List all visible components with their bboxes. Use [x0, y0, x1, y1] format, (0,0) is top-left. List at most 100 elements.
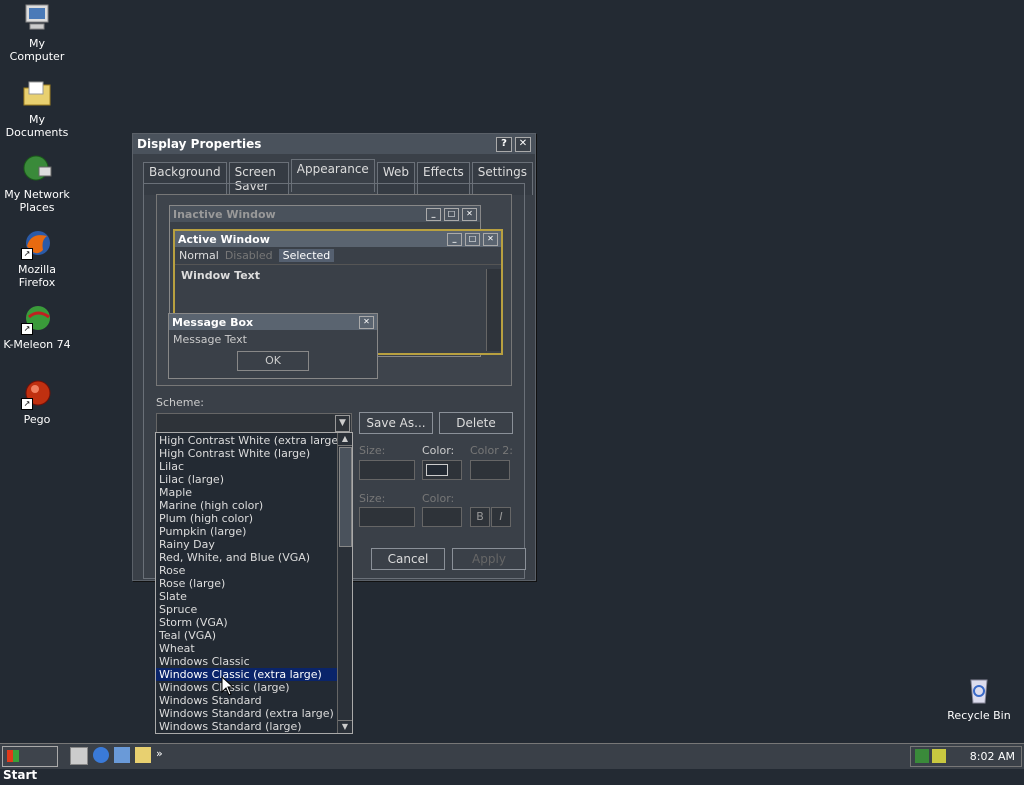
list-item[interactable]: Wheat: [156, 642, 352, 655]
close-icon: ✕: [462, 207, 477, 221]
chevron-down-icon[interactable]: ▼: [335, 415, 350, 432]
mouse-pointer-icon: [221, 675, 235, 699]
list-item[interactable]: Rainy Day: [156, 538, 352, 551]
size-field[interactable]: [359, 460, 415, 480]
list-item[interactable]: Slate: [156, 590, 352, 603]
shortcut-arrow-icon: ↗: [21, 323, 33, 335]
color2-picker[interactable]: [470, 460, 510, 480]
color-picker[interactable]: [422, 460, 462, 480]
list-item[interactable]: Marine (high color): [156, 499, 352, 512]
internet-explorer-icon[interactable]: [93, 747, 109, 763]
list-item[interactable]: Red, White, and Blue (VGA): [156, 551, 352, 564]
help-button[interactable]: ?: [496, 136, 512, 152]
list-item[interactable]: Spruce: [156, 603, 352, 616]
scroll-down-arrow-icon[interactable]: ▼: [338, 720, 352, 733]
quick-launch: »: [70, 747, 163, 765]
cancel-button[interactable]: Cancel: [371, 548, 445, 570]
list-item[interactable]: High Contrast White (large): [156, 447, 352, 460]
color2-label: Color 2:: [470, 444, 513, 457]
icon-label: My Computer: [9, 37, 65, 63]
network-globe-icon: [21, 153, 53, 185]
icon-label: K-Meleon 74: [3, 338, 71, 351]
volume-tray-icon[interactable]: [932, 749, 946, 763]
desktop-icon-my-documents[interactable]: My Documents: [0, 78, 74, 139]
list-item[interactable]: Windows Standard (large): [156, 720, 352, 733]
close-icon: ✕: [483, 232, 498, 246]
outlook-express-icon[interactable]: [114, 747, 130, 763]
list-item[interactable]: Windows Standard (extra large): [156, 707, 352, 720]
desktop-icon-my-computer[interactable]: My Computer: [0, 2, 74, 63]
icon-label: Pego: [23, 413, 51, 426]
show-desktop-icon[interactable]: [70, 747, 88, 765]
close-icon: ✕: [359, 315, 374, 329]
chevron-right-icon[interactable]: »: [156, 747, 163, 765]
scheme-options: High Contrast White (extra large) High C…: [156, 433, 352, 733]
font-size-label: Size:: [359, 492, 386, 505]
list-item[interactable]: Plum (high color): [156, 512, 352, 525]
clock[interactable]: 8:02 AM: [970, 750, 1015, 763]
list-item[interactable]: High Contrast White (extra large): [156, 434, 352, 447]
dialog-titlebar[interactable]: Display Properties ? ✕: [133, 134, 535, 154]
list-item[interactable]: Lilac (large): [156, 473, 352, 486]
scheme-select[interactable]: ▼: [156, 413, 352, 434]
font-size-field[interactable]: [359, 507, 415, 527]
appearance-preview: Inactive Window _ □ ✕ Active Window _ □ …: [156, 194, 512, 386]
list-item[interactable]: Windows Standard: [156, 694, 352, 707]
scroll-up-arrow-icon[interactable]: ▲: [338, 433, 352, 446]
message-box-title: Message Box: [172, 315, 254, 329]
preview-scrollbar: [486, 269, 501, 351]
scheme-dropdown-list[interactable]: High Contrast White (extra large) High C…: [155, 432, 353, 734]
network-tray-icon[interactable]: [915, 749, 929, 763]
italic-button[interactable]: I: [491, 507, 511, 527]
desktop-icon-my-network-places[interactable]: My Network Places: [0, 153, 74, 214]
shortcut-arrow-icon: ↗: [21, 248, 33, 260]
list-item[interactable]: Teal (VGA): [156, 629, 352, 642]
list-item[interactable]: Windows Classic (large): [156, 681, 352, 694]
list-item[interactable]: Rose (large): [156, 577, 352, 590]
list-item[interactable]: Pumpkin (large): [156, 525, 352, 538]
desktop-icon-k-meleon[interactable]: ↗ K-Meleon 74: [0, 303, 74, 351]
explorer-folder-icon[interactable]: [135, 747, 151, 763]
k-meleon-icon: ↗: [21, 303, 53, 335]
list-item[interactable]: Lilac: [156, 460, 352, 473]
icon-label: Recycle Bin: [947, 709, 1011, 722]
list-item[interactable]: Maple: [156, 486, 352, 499]
list-item[interactable]: Windows Classic: [156, 655, 352, 668]
start-label: Start: [3, 768, 38, 782]
dropdown-scrollbar[interactable]: ▲ ▼: [337, 433, 352, 733]
active-window-title: Active Window: [178, 232, 270, 246]
minimize-icon: _: [447, 232, 462, 246]
recycle-bin-icon: [963, 674, 995, 706]
list-item-selected[interactable]: Windows Classic (extra large): [156, 668, 352, 681]
shortcut-arrow-icon: ↗: [21, 398, 33, 410]
start-button[interactable]: Start: [2, 746, 58, 782]
computer-icon: [21, 2, 53, 34]
desktop-icon-recycle-bin[interactable]: Recycle Bin: [942, 674, 1016, 722]
color-label: Color:: [422, 444, 455, 457]
delete-button[interactable]: Delete: [439, 412, 513, 434]
taskbar: Start » 8:02 AM: [0, 743, 1024, 782]
window-text: Window Text: [181, 269, 261, 282]
maximize-icon: □: [444, 207, 459, 221]
menu-selected: Selected: [278, 249, 335, 262]
close-button[interactable]: ✕: [515, 136, 531, 152]
apply-button[interactable]: Apply: [452, 548, 526, 570]
maximize-icon: □: [465, 232, 480, 246]
dialog-title: Display Properties: [137, 137, 262, 151]
message-text: Message Text: [173, 333, 247, 346]
icon-label: My Documents: [5, 113, 69, 139]
bold-button[interactable]: B: [470, 507, 490, 527]
list-item[interactable]: Rose: [156, 564, 352, 577]
menu-normal: Normal: [179, 249, 219, 262]
font-color-picker[interactable]: [422, 507, 462, 527]
system-tray: 8:02 AM: [910, 746, 1022, 767]
size-label: Size:: [359, 444, 386, 457]
list-item[interactable]: Storm (VGA): [156, 616, 352, 629]
icon-label: My Network Places: [4, 188, 70, 214]
color-swatch: [426, 464, 448, 476]
scrollbar-thumb[interactable]: [339, 447, 352, 547]
message-box-preview: Message Box ✕ Message Text OK: [168, 313, 378, 379]
desktop-icon-firefox[interactable]: ↗ Mozilla Firefox: [0, 228, 74, 289]
desktop-icon-pego[interactable]: ↗ Pego: [0, 378, 74, 426]
save-as-button[interactable]: Save As...: [359, 412, 433, 434]
